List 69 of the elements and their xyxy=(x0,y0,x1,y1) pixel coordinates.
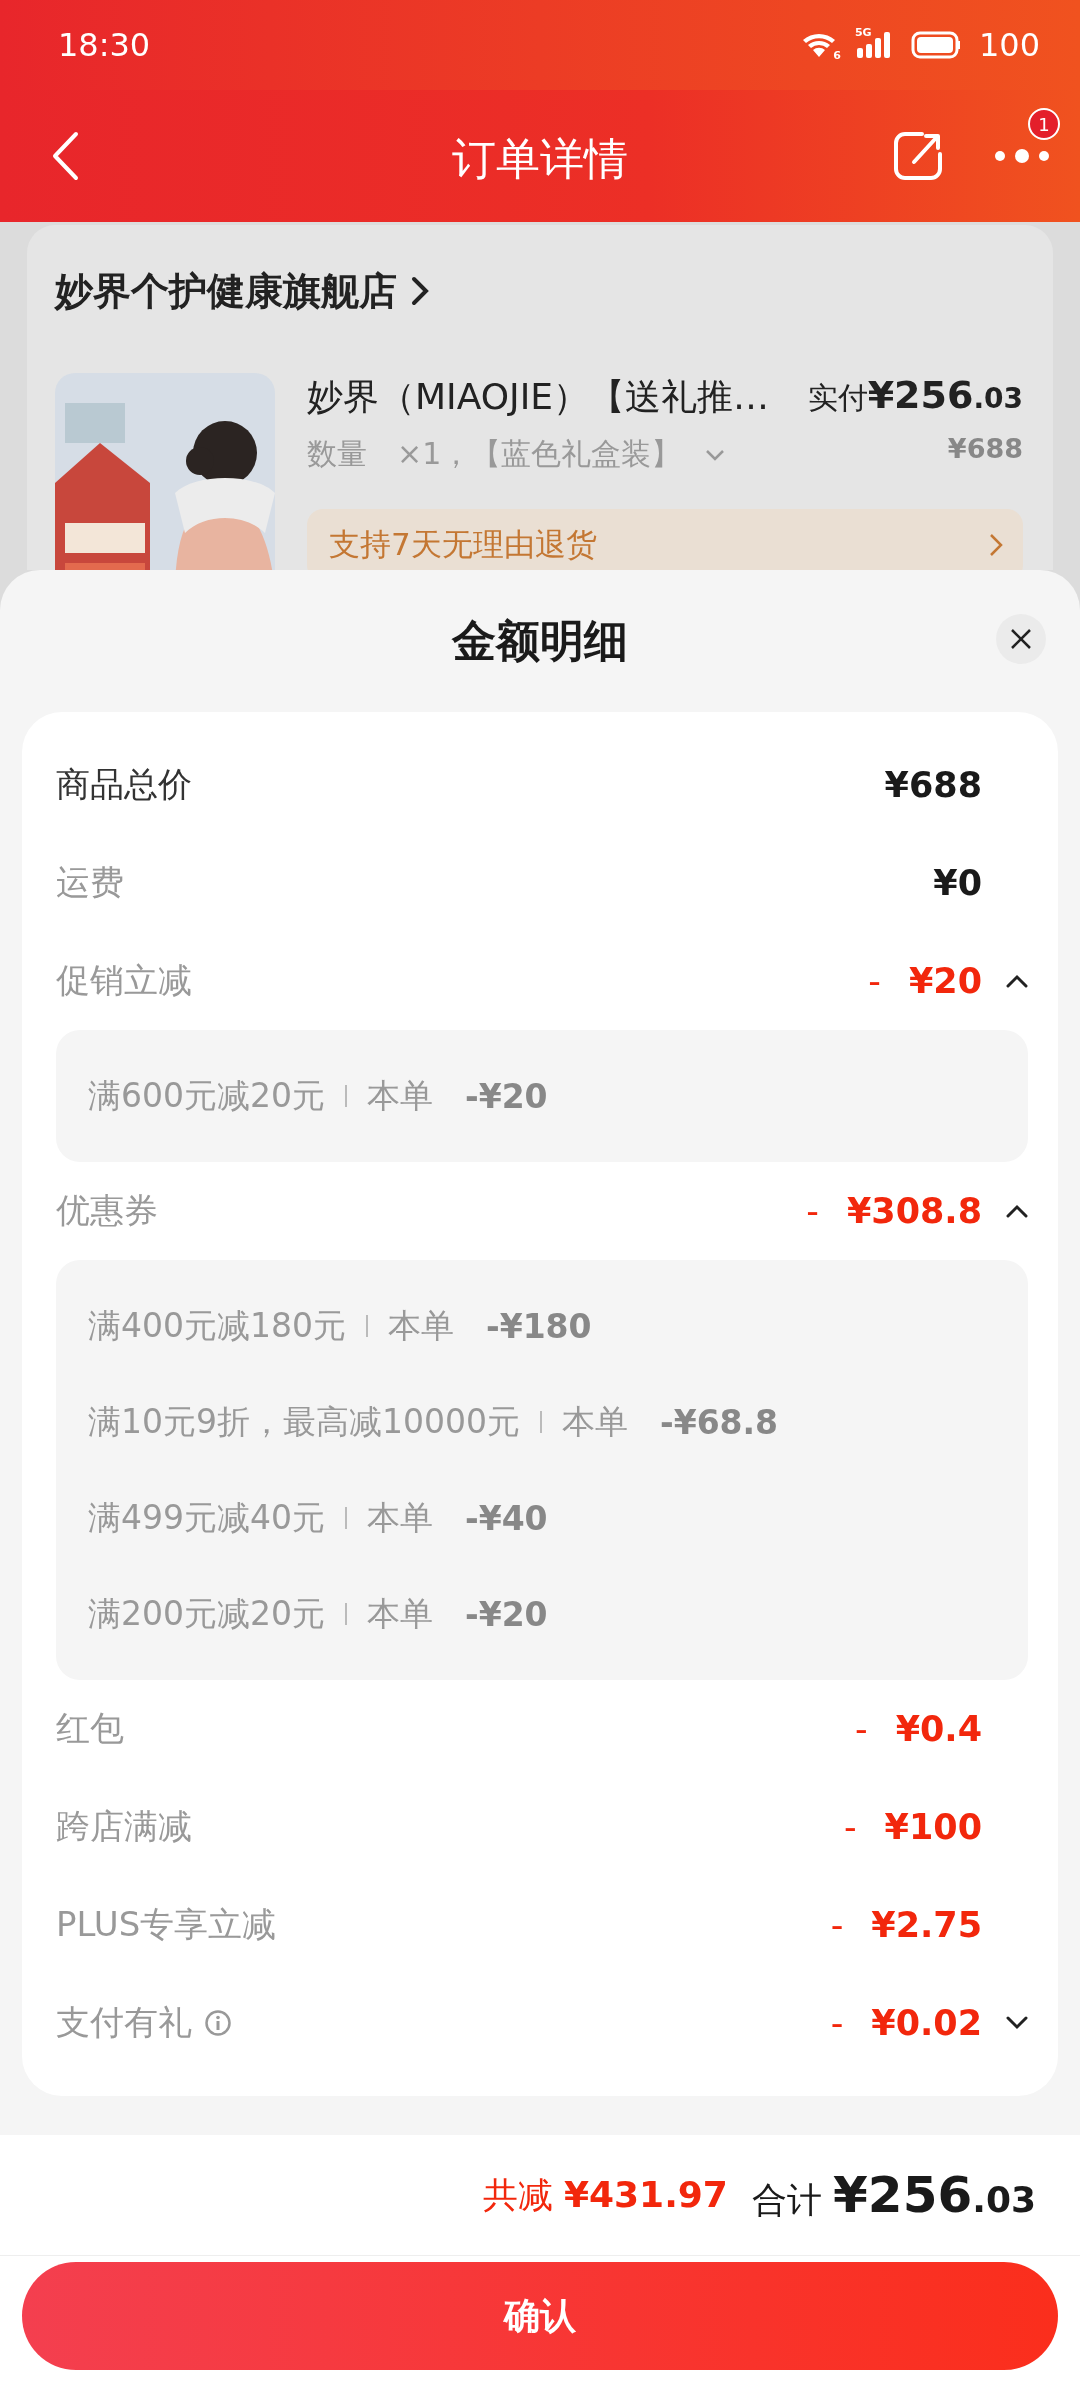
confirm-button[interactable]: 确认 xyxy=(22,2262,1058,2370)
chevron-right-icon xyxy=(411,276,429,306)
row-label: 跨店满减 xyxy=(56,1805,192,1848)
discount-condition: 满10元9折，最高减10000元 xyxy=(88,1400,520,1443)
clock-time: 18:30 xyxy=(58,26,152,64)
discount-amount: -¥68.8 xyxy=(659,1402,779,1442)
discount-condition: 满600元减20元 xyxy=(88,1074,325,1117)
page-title: 订单详情 xyxy=(452,132,628,186)
discount-condition: 满200元减20元 xyxy=(88,1592,325,1635)
discount-amount: -¥180 xyxy=(486,1306,592,1346)
amount-value: ¥2.75 xyxy=(871,1905,982,1945)
store-name[interactable]: 妙界个护健康旗舰店 xyxy=(55,265,397,317)
discount-scope: 本单 xyxy=(367,1496,433,1539)
amount-value: ¥20 xyxy=(908,961,982,1001)
notification-badge: 1 xyxy=(1028,108,1060,140)
more-icon[interactable] xyxy=(994,148,1050,164)
discount-scope: 本单 xyxy=(388,1304,454,1347)
amount-value: ¥308.8 xyxy=(846,1191,982,1231)
amount-value: ¥688 xyxy=(884,765,982,805)
original-price: ¥688 xyxy=(947,433,1023,464)
total-amount: 合计 ¥256.03 xyxy=(751,2166,1036,2224)
chevron-right-icon xyxy=(989,533,1003,557)
discount-amount: -¥40 xyxy=(465,1498,548,1538)
caret-down-icon xyxy=(705,448,726,461)
discount-condition: 满400元减180元 xyxy=(88,1304,346,1347)
discount-condition: 满499元减40元 xyxy=(88,1496,325,1539)
row-label: 促销立减 xyxy=(56,959,192,1002)
signal-icon xyxy=(854,30,893,60)
discount-amount: -¥20 xyxy=(465,1594,548,1634)
row-label: PLUS专享立减 xyxy=(56,1903,277,1946)
network-label: 5G xyxy=(854,26,872,39)
return-policy-text: 支持7天无理由退货 xyxy=(329,525,597,564)
minus-sign: - xyxy=(806,1191,819,1231)
close-icon xyxy=(1009,627,1033,651)
minus-sign: - xyxy=(830,1905,844,1945)
row-label: 支付有礼 xyxy=(56,2001,192,2044)
total-saved: 共减 ¥431.97 xyxy=(482,2172,728,2217)
chevron-up-icon[interactable] xyxy=(1006,1204,1028,1218)
amount-value: ¥0 xyxy=(933,863,982,903)
minus-sign: - xyxy=(868,961,881,1001)
battery-level: 100 xyxy=(978,26,1040,64)
amount-value: ¥100 xyxy=(884,1807,982,1847)
back-icon[interactable] xyxy=(50,131,80,181)
minus-sign: - xyxy=(830,2003,844,2043)
discount-scope: 本单 xyxy=(561,1400,628,1443)
paid-amount: 实付¥256.03 xyxy=(807,373,1023,419)
close-button[interactable] xyxy=(996,614,1046,664)
quantity-label: 数量 xyxy=(307,435,367,473)
row-label: 优惠券 xyxy=(56,1189,158,1232)
wifi-label: 6 xyxy=(833,49,841,62)
discount-scope: 本单 xyxy=(367,1074,433,1117)
sheet-title: 金额明细 xyxy=(452,613,628,668)
row-label: 运费 xyxy=(56,861,124,904)
minus-sign: - xyxy=(855,1709,868,1749)
battery-icon xyxy=(910,31,961,59)
share-icon[interactable] xyxy=(892,130,944,182)
discount-amount: -¥20 xyxy=(465,1076,548,1116)
amount-value: ¥0.4 xyxy=(895,1709,982,1749)
row-label: 商品总价 xyxy=(56,763,192,806)
chevron-up-icon[interactable] xyxy=(1006,974,1028,988)
chevron-down-icon[interactable] xyxy=(1006,2016,1028,2030)
row-label: 红包 xyxy=(56,1707,124,1750)
variant-text: ×1，【蓝色礼盒装】 xyxy=(397,435,682,473)
discount-scope: 本单 xyxy=(367,1592,433,1635)
minus-sign: - xyxy=(843,1807,857,1847)
product-title: 妙界（MIAOJIE）【送礼推… xyxy=(307,375,769,419)
info-icon[interactable] xyxy=(204,2009,232,2037)
return-policy-bar[interactable]: 支持7天无理由退货 xyxy=(307,509,1023,570)
amount-value: ¥0.02 xyxy=(871,2003,982,2043)
